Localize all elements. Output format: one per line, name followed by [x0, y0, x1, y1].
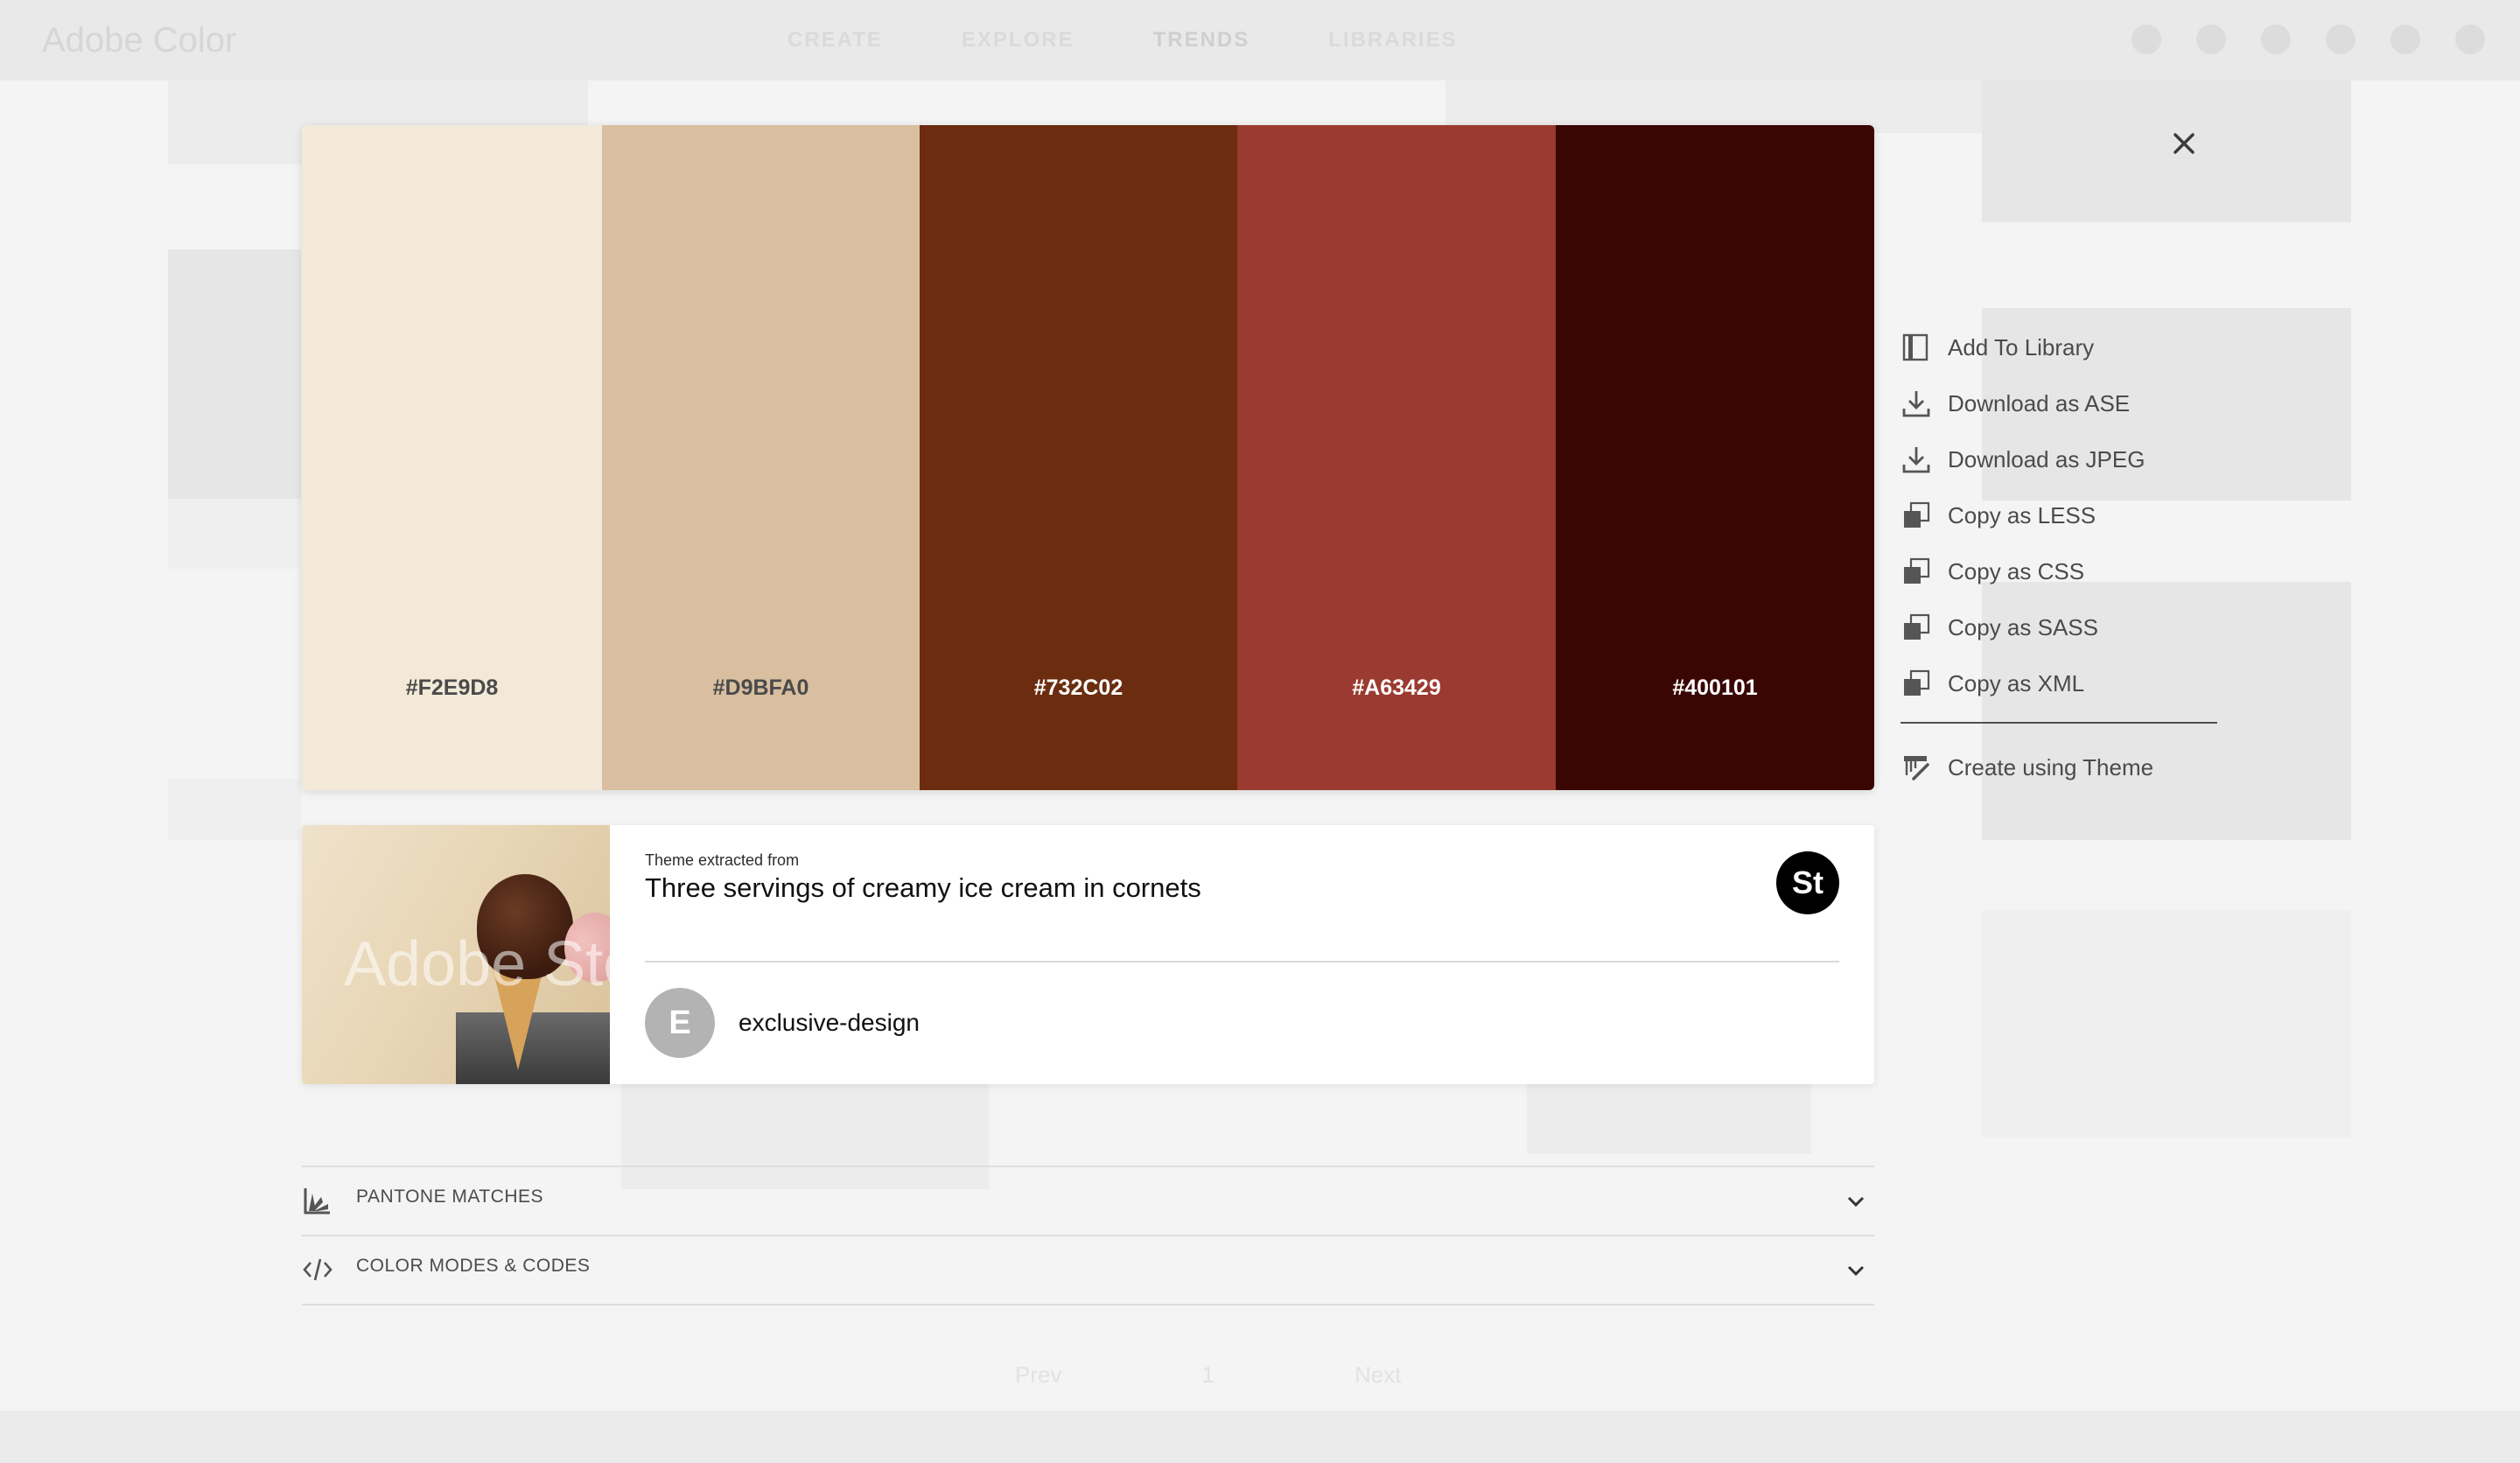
theme-source-title[interactable]: Three servings of creamy ice cream in co…: [645, 872, 1201, 904]
adobe-stock-badge[interactable]: St: [1776, 851, 1839, 914]
background-nav-trends: TRENDS: [1152, 28, 1250, 52]
actions-divider: [1900, 722, 2217, 724]
background-header: Adobe Color CREATE EXPLORE TRENDS LIBRAR…: [0, 0, 2520, 80]
copy-less-button[interactable]: Copy as LESS: [1900, 487, 2216, 543]
color-swatch[interactable]: #400101: [1556, 125, 1874, 790]
add-to-library-button[interactable]: Add To Library: [1900, 319, 2216, 375]
create-using-theme-button[interactable]: Create using Theme: [1900, 739, 2216, 795]
background-pager: Prev 1 Next: [1015, 1362, 1401, 1389]
brush-icon: [1900, 752, 1932, 783]
pantone-fan-icon: [302, 1185, 333, 1216]
download-icon: [1900, 388, 1932, 419]
action-label: Download as ASE: [1948, 389, 2131, 416]
author-name[interactable]: exclusive-design: [738, 1009, 920, 1037]
close-icon: [2174, 133, 2194, 154]
color-palette: #F2E9D8 #D9BFA0 #732C02 #A63429 #400101: [302, 125, 1874, 790]
action-label: Copy as XML: [1948, 669, 2085, 696]
background-header-icon: [2132, 24, 2161, 54]
color-swatch[interactable]: #732C02: [920, 125, 1237, 790]
background-tile: [168, 779, 301, 840]
swatch-hex-label: #F2E9D8: [405, 676, 499, 700]
background-footer: [0, 1410, 2520, 1463]
background-tile: [1527, 1084, 1811, 1154]
background-pager-page: 1: [1201, 1362, 1214, 1388]
copy-icon: [1900, 556, 1932, 587]
pantone-matches-accordion[interactable]: PANTONE MATCHES: [302, 1166, 1874, 1236]
background-header-icon: [2326, 24, 2356, 54]
close-button[interactable]: [2166, 126, 2202, 161]
copy-icon: [1900, 500, 1932, 531]
background-tile: [168, 249, 301, 499]
color-swatch[interactable]: #A63429: [1237, 125, 1556, 790]
swatch-hex-label: #732C02: [1033, 676, 1124, 700]
background-header-icon: [2455, 24, 2485, 54]
background-nav-libraries: LIBRARIES: [1328, 28, 1458, 52]
card-divider: [645, 961, 1839, 962]
copy-sass-button[interactable]: Copy as SASS: [1900, 599, 2216, 655]
copy-icon: [1900, 612, 1932, 643]
download-icon: [1900, 444, 1932, 475]
background-nav: CREATE EXPLORE TRENDS LIBRARIES: [788, 28, 1458, 52]
background-app-logo: Adobe Color: [42, 21, 237, 60]
theme-source-card: Adobe Stock Theme extracted from Three s…: [302, 825, 1874, 1084]
swatch-hex-label: #A63429: [1352, 676, 1441, 700]
source-thumbnail[interactable]: Adobe Stock: [302, 825, 610, 1084]
background-header-icon: [2196, 24, 2226, 54]
accordion-bottom-divider: [302, 1304, 1874, 1306]
background-tile: [1982, 910, 2351, 1138]
thumbnail-watermark: Adobe Stock: [344, 929, 610, 999]
swatch-hex-label: #D9BFA0: [712, 676, 809, 700]
color-swatch[interactable]: #D9BFA0: [602, 125, 920, 790]
download-jpeg-button[interactable]: Download as JPEG: [1900, 431, 2216, 487]
color-modes-accordion[interactable]: COLOR MODES & CODES: [302, 1235, 1874, 1305]
swatch-hex-label: #400101: [1672, 676, 1758, 700]
action-label: Create using Theme: [1948, 753, 2154, 780]
copy-css-button[interactable]: Copy as CSS: [1900, 543, 2216, 599]
action-label: Copy as SASS: [1948, 613, 2098, 640]
theme-actions-menu: Add To Library Download as ASE Download …: [1900, 319, 2217, 795]
background-pager-prev: Prev: [1015, 1362, 1062, 1388]
chevron-down-icon: [1844, 1259, 1867, 1282]
download-ase-button[interactable]: Download as ASE: [1900, 375, 2216, 431]
background-nav-explore: EXPLORE: [961, 28, 1074, 52]
accordion-label: PANTONE MATCHES: [356, 1186, 544, 1207]
chevron-down-icon: [1844, 1190, 1867, 1213]
action-label: Copy as CSS: [1948, 557, 2085, 584]
color-swatch[interactable]: #F2E9D8: [302, 125, 602, 790]
copy-xml-button[interactable]: Copy as XML: [1900, 655, 2216, 711]
avatar[interactable]: E: [645, 988, 715, 1058]
copy-icon: [1900, 668, 1932, 699]
background-header-icons: [2132, 24, 2485, 54]
accordion-label: COLOR MODES & CODES: [356, 1256, 591, 1276]
action-label: Download as JPEG: [1948, 445, 2146, 472]
action-label: Add To Library: [1948, 333, 2095, 360]
background-pager-next: Next: [1354, 1362, 1402, 1388]
library-icon: [1900, 332, 1932, 363]
background-nav-create: CREATE: [788, 28, 883, 52]
background-header-icon: [2390, 24, 2420, 54]
extracted-label: Theme extracted from: [645, 851, 800, 869]
code-icon: [302, 1254, 333, 1285]
action-label: Copy as LESS: [1948, 501, 2096, 528]
background-header-icon: [2261, 24, 2291, 54]
background-tile: [168, 499, 301, 569]
